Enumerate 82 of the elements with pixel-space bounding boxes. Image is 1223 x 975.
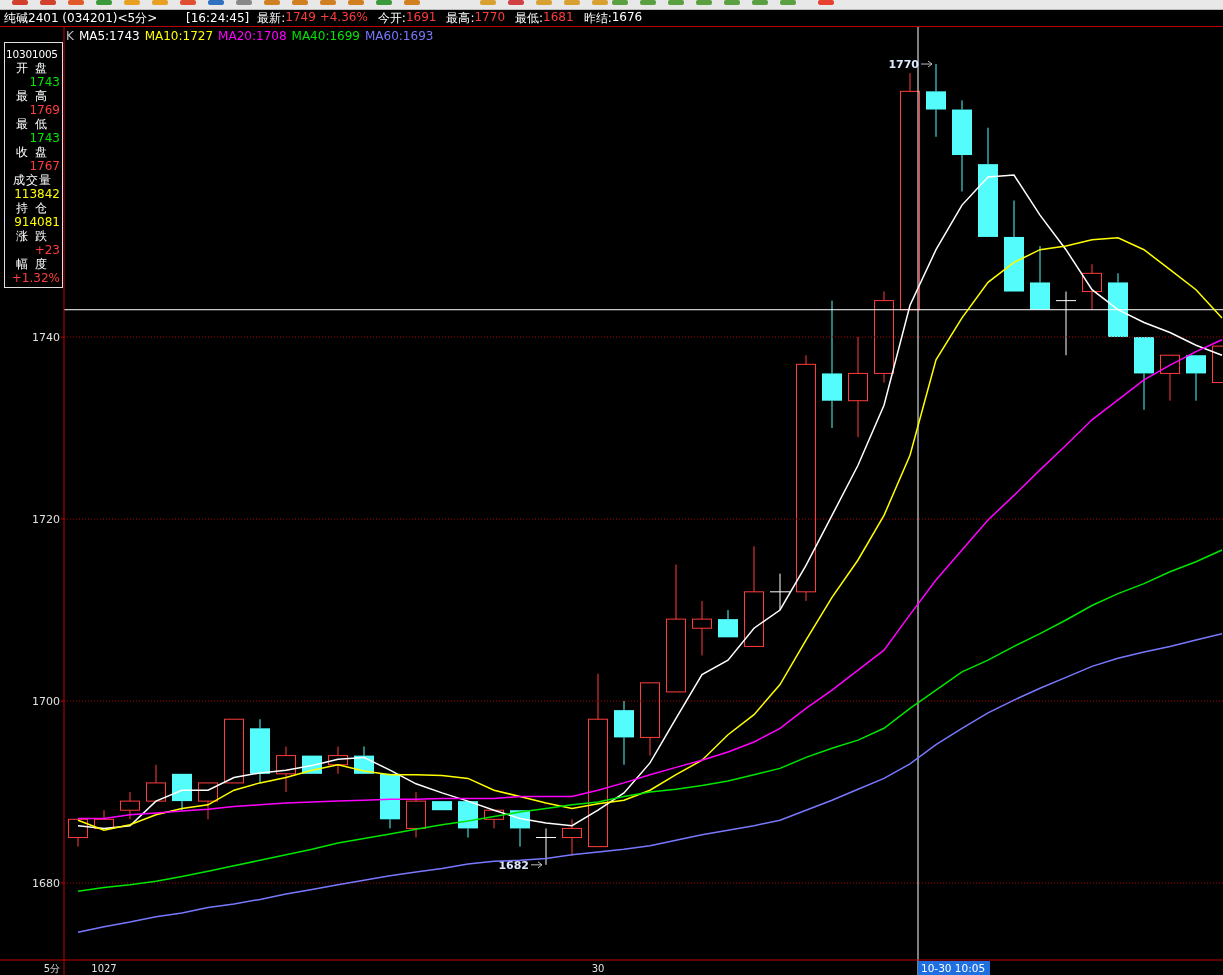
legend-value: :1699 bbox=[325, 29, 360, 43]
time-cursor-label: 10-30 10:05 bbox=[918, 961, 990, 975]
candlestick bbox=[535, 827, 557, 866]
legend-value: :1693 bbox=[398, 29, 434, 43]
candlestick bbox=[380, 773, 400, 829]
candlestick bbox=[432, 800, 452, 811]
legend-value: :1727 bbox=[178, 29, 214, 43]
candlestick bbox=[484, 809, 504, 829]
candlestick bbox=[94, 809, 114, 829]
candlestick bbox=[198, 782, 218, 820]
field-value: 1769 bbox=[28, 103, 61, 117]
field-label: 开盘 bbox=[15, 61, 55, 75]
quote-value: 1749 +4.36% bbox=[285, 9, 368, 26]
candlestick bbox=[1160, 354, 1180, 402]
quote-value: 1681 bbox=[543, 9, 574, 26]
legend-name: MA20 bbox=[218, 29, 252, 43]
quote-time: [16:24:45] bbox=[186, 11, 250, 25]
arrow-icon bbox=[920, 60, 933, 68]
field-label: 最低 bbox=[15, 117, 55, 131]
legend-value: :1743 bbox=[105, 29, 140, 43]
field-label: 成交量 bbox=[12, 173, 53, 187]
candlestick bbox=[510, 809, 530, 848]
candlestick bbox=[224, 718, 244, 784]
candlestick bbox=[614, 700, 634, 766]
field-value: 914081 bbox=[13, 215, 61, 229]
field-label: 收盘 bbox=[15, 145, 55, 159]
legend-value: :1708 bbox=[251, 29, 287, 43]
quote-label: 昨结: bbox=[583, 9, 612, 27]
candlestick bbox=[328, 746, 348, 775]
candlestick bbox=[250, 718, 270, 784]
candlestick bbox=[458, 800, 478, 838]
quote-label: 今开: bbox=[377, 9, 406, 27]
quote-label: 最新: bbox=[257, 9, 286, 27]
candlestick bbox=[406, 791, 426, 838]
candlestick bbox=[1186, 354, 1206, 402]
axis-label: 1720 bbox=[32, 513, 60, 526]
quote-value: 1676 bbox=[611, 9, 643, 26]
candlestick bbox=[718, 609, 738, 638]
quote-value: 1691 bbox=[405, 9, 437, 26]
axis-label: 1740 bbox=[32, 331, 60, 345]
field-label: 涨跌 bbox=[15, 229, 55, 243]
field-value: 1743 bbox=[28, 131, 61, 145]
candlestick bbox=[1082, 263, 1102, 311]
field-value: 113842 bbox=[13, 187, 61, 201]
candlestick bbox=[1108, 272, 1128, 338]
axis-label: 1027 bbox=[91, 963, 117, 974]
candlestick bbox=[276, 746, 296, 793]
quote-label: 最低: bbox=[515, 9, 544, 27]
candlestick bbox=[769, 573, 791, 611]
axis-label: 1680 bbox=[32, 877, 60, 890]
bar-date: 10301005 bbox=[5, 47, 59, 61]
legend-name: MA40 bbox=[291, 29, 326, 43]
legend-name: MA60 bbox=[365, 29, 399, 43]
candlestick bbox=[146, 764, 166, 802]
price-label: 1770 bbox=[888, 58, 919, 72]
field-label: 持仓 bbox=[15, 201, 55, 215]
price-label: 1682 bbox=[498, 858, 529, 872]
legend-name: MA10 bbox=[144, 29, 179, 43]
legend-item: K bbox=[66, 29, 74, 43]
candlestick bbox=[562, 818, 582, 857]
axis-label: 1700 bbox=[32, 695, 60, 708]
field-value: 1767 bbox=[28, 159, 61, 173]
field-value: 1743 bbox=[28, 75, 61, 89]
period-label: 5分 bbox=[43, 963, 60, 974]
field-value: +23 bbox=[33, 243, 61, 257]
field-label: 最高 bbox=[15, 89, 55, 103]
candlestick bbox=[1055, 291, 1077, 356]
axis-label: 30 bbox=[591, 963, 605, 974]
candlestick bbox=[1212, 345, 1223, 384]
field-value: +1.32% bbox=[10, 271, 61, 285]
arrow-icon bbox=[530, 861, 543, 869]
candlestick bbox=[120, 791, 140, 820]
candlestick bbox=[354, 746, 374, 775]
candlestick bbox=[1030, 245, 1050, 311]
field-label: 幅度 bbox=[15, 257, 55, 271]
candlestick bbox=[172, 773, 192, 811]
legend-name: MA5 bbox=[78, 29, 106, 43]
quote-value: 1770 bbox=[474, 9, 506, 26]
symbol-title: 纯碱2401 (034201)<5分> bbox=[4, 9, 159, 27]
quote-label: 最高: bbox=[446, 9, 475, 27]
candlestick bbox=[68, 818, 88, 848]
candlestick bbox=[692, 600, 712, 656]
